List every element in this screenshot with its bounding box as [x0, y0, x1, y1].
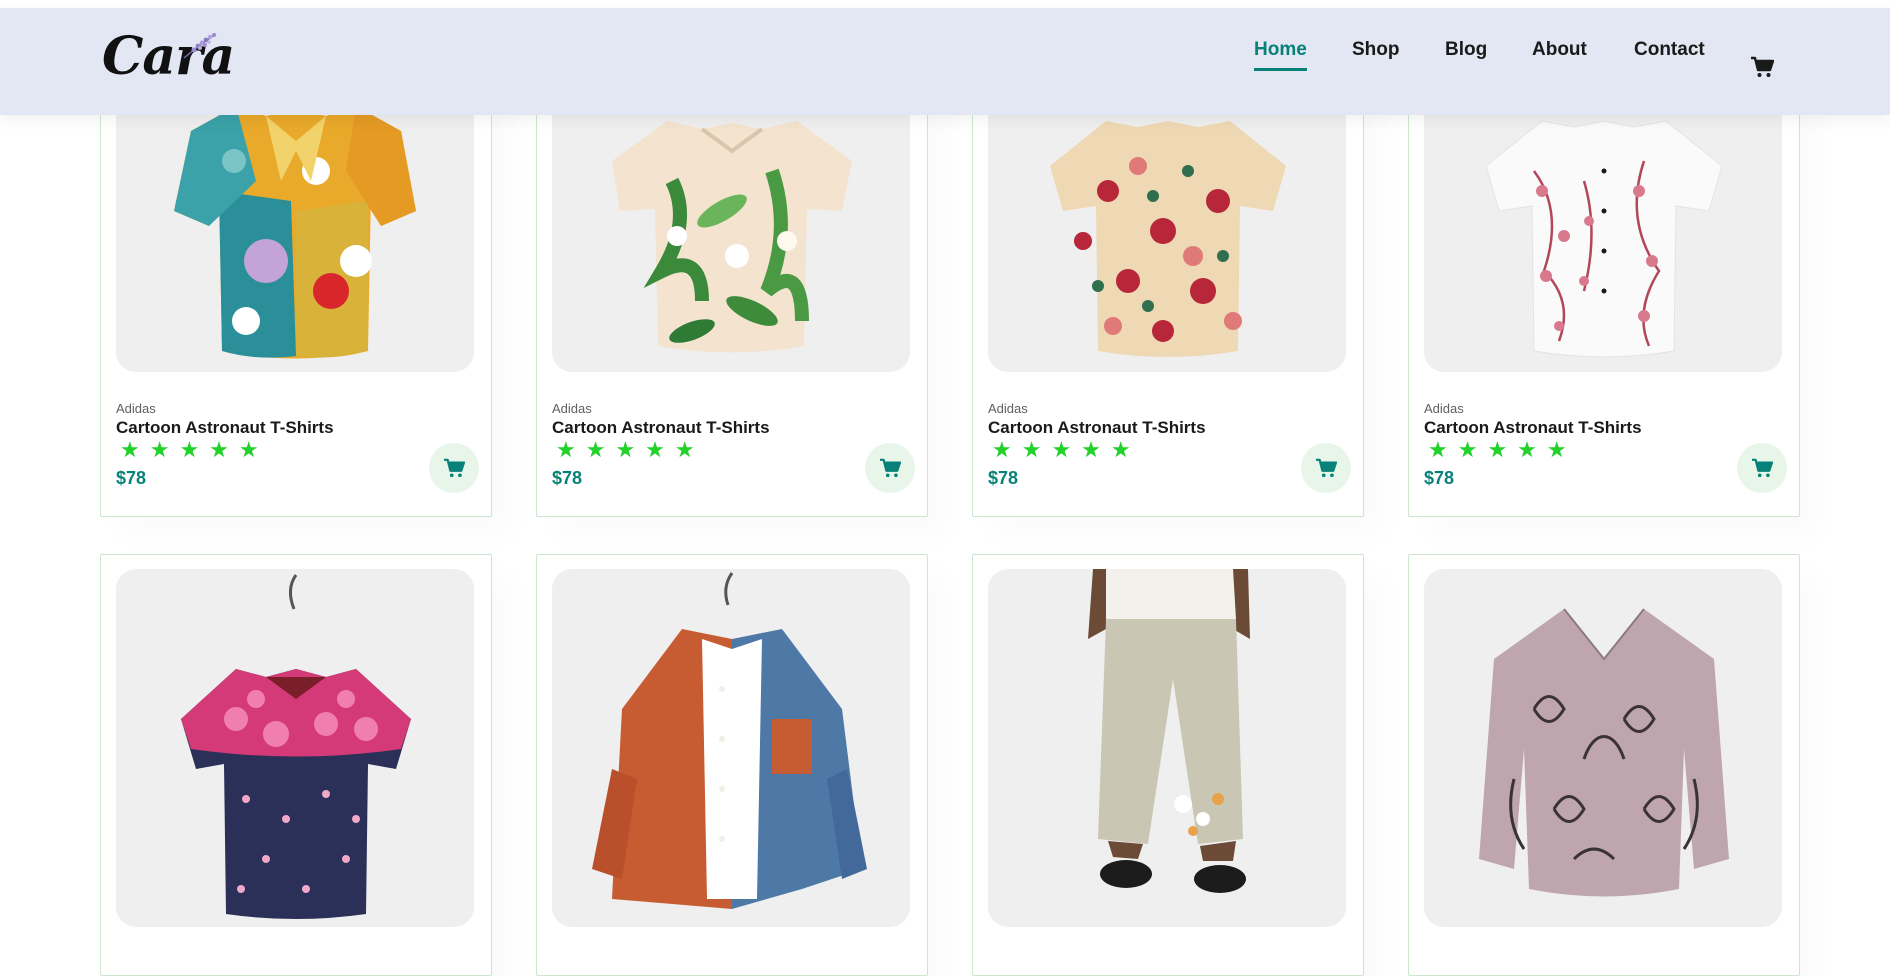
product-card[interactable] — [100, 554, 492, 976]
product-card[interactable] — [536, 554, 928, 976]
nav-blog[interactable]: Blog — [1445, 39, 1487, 61]
add-to-cart-button[interactable] — [429, 443, 479, 493]
product-image[interactable] — [116, 569, 474, 927]
product-card[interactable] — [972, 554, 1364, 976]
product-card[interactable]: Adidas Cartoon Astronaut T-Shirts ★★★★★ … — [100, 60, 492, 517]
add-to-cart-button[interactable] — [1301, 443, 1351, 493]
product-price: $78 — [552, 468, 583, 488]
product-card[interactable] — [1408, 554, 1800, 976]
product-image[interactable] — [552, 569, 910, 927]
product-brand: Adidas — [116, 401, 156, 416]
product-name[interactable]: Cartoon Astronaut T-Shirts — [552, 418, 770, 438]
product-name[interactable]: Cartoon Astronaut T-Shirts — [1424, 418, 1642, 438]
product-brand: Adidas — [988, 401, 1028, 416]
cart-icon[interactable] — [1750, 56, 1774, 78]
product-card[interactable]: Adidas Cartoon Astronaut T-Shirts ★★★★★ … — [536, 60, 928, 517]
cart-icon — [1316, 458, 1337, 478]
product-price: $78 — [988, 468, 1019, 488]
product-brand: Adidas — [552, 401, 592, 416]
cart-icon — [1752, 458, 1773, 478]
product-card[interactable]: Adidas Cartoon Astronaut T-Shirts ★★★★★ … — [972, 60, 1364, 517]
nav-about[interactable]: About — [1532, 39, 1587, 61]
product-brand: Adidas — [1424, 401, 1464, 416]
add-to-cart-button[interactable] — [865, 443, 915, 493]
nav-shop[interactable]: Shop — [1352, 39, 1400, 61]
nav-home[interactable]: Home — [1254, 39, 1307, 71]
star-rating: ★★★★★ — [120, 437, 269, 462]
nav-contact[interactable]: Contact — [1634, 39, 1705, 61]
product-name[interactable]: Cartoon Astronaut T-Shirts — [116, 418, 334, 438]
add-to-cart-button[interactable] — [1737, 443, 1787, 493]
product-card[interactable]: Adidas Cartoon Astronaut T-Shirts ★★★★★ … — [1408, 60, 1800, 517]
product-image[interactable] — [1424, 569, 1782, 927]
star-rating: ★★★★★ — [1428, 437, 1577, 462]
star-rating: ★★★★★ — [992, 437, 1141, 462]
product-image[interactable] — [988, 569, 1346, 927]
site-header: Cara Home Shop Blog About Contact — [0, 8, 1890, 115]
product-price: $78 — [116, 468, 147, 488]
product-name[interactable]: Cartoon Astronaut T-Shirts — [988, 418, 1206, 438]
lavender-sprig-icon — [183, 33, 217, 59]
cart-icon — [444, 458, 465, 478]
cart-icon — [880, 458, 901, 478]
product-price: $78 — [1424, 468, 1455, 488]
star-rating: ★★★★★ — [556, 437, 705, 462]
